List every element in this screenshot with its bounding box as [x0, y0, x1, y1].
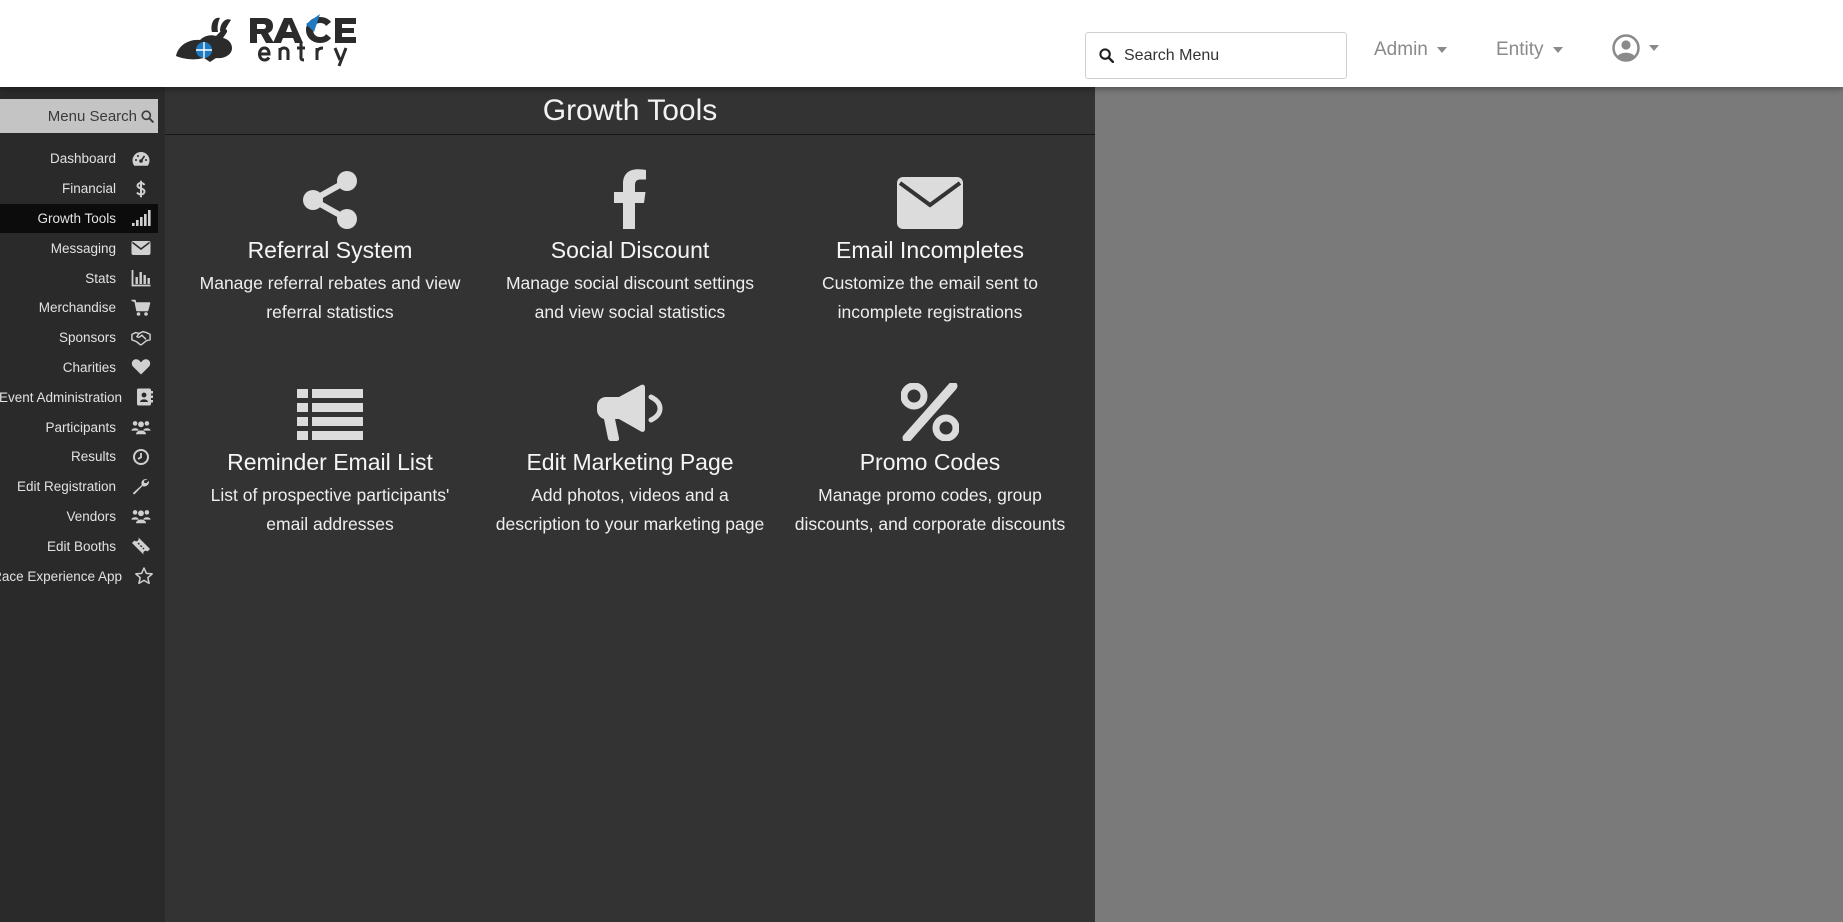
signal-icon — [128, 207, 154, 229]
tile-description: Manage promo codes, group discounts, and… — [794, 485, 1066, 534]
sidebar-item-vendors[interactable]: Vendors — [0, 502, 158, 532]
tile-title: Referral System — [247, 237, 413, 263]
sidebar-item-event-administration[interactable]: Event Administration — [0, 382, 158, 412]
sidebar-item-edit-booths[interactable]: Edit Booths — [0, 531, 158, 561]
clock-icon — [128, 446, 154, 468]
tile-title: Promo Codes — [859, 449, 1001, 475]
dollar-icon — [128, 178, 154, 200]
tile-reminder-email-list[interactable]: Reminder Email List List of prospective … — [180, 373, 480, 585]
growth-tools-grid: Referral System Manage referral rebates … — [165, 161, 1095, 585]
sidebar-item-label: Growth Tools — [37, 210, 116, 226]
sidebar-item-label: Sponsors — [58, 330, 116, 346]
users-icon — [128, 505, 154, 527]
handshake-icon — [128, 327, 154, 349]
sidebar-item-label: Financial — [61, 181, 116, 197]
heart-icon — [128, 356, 154, 378]
sidebar-item-growth-tools[interactable]: Growth Tools — [0, 203, 158, 234]
race-entry-logo-icon — [176, 14, 356, 67]
tile-title: Social Discount — [550, 237, 710, 263]
tile-edit-marketing-page[interactable]: Edit Marketing Page Add photos, videos a… — [480, 373, 780, 585]
page-title: Growth Tools — [165, 87, 1095, 135]
top-navbar: Admin Entity — [0, 0, 1843, 87]
star-icon — [134, 565, 154, 587]
menu-search-button[interactable]: Menu Search — [0, 99, 158, 133]
sidebar-item-messaging[interactable]: Messaging — [0, 233, 158, 263]
sidebar: Menu Search Dashboard Financial Growth T… — [0, 87, 165, 922]
wrench-icon — [128, 476, 154, 498]
sidebar-item-label: Event Administration — [0, 389, 122, 405]
bar-chart-icon — [128, 267, 154, 289]
growth-tools-panel: Growth Tools Referral System Manage refe… — [165, 87, 1095, 922]
tile-email-incompletes[interactable]: Email Incompletes Customize the email se… — [780, 161, 1080, 373]
sidebar-item-edit-registration[interactable]: Edit Registration — [0, 472, 158, 502]
tile-description: Manage referral rebates and view referra… — [199, 273, 461, 322]
user-account-dropdown[interactable] — [1612, 34, 1659, 62]
race-entry-logo[interactable] — [170, 12, 375, 68]
sidebar-item-results[interactable]: Results — [0, 442, 158, 472]
tile-title: Email Incompletes — [836, 237, 1024, 263]
sidebar-item-participants[interactable]: Participants — [0, 412, 158, 442]
sidebar-item-charities[interactable]: Charities — [0, 353, 158, 383]
admin-dropdown-label: Admin — [1374, 39, 1428, 60]
tile-title: Reminder Email List — [227, 449, 433, 475]
sidebar-item-label: Messaging — [50, 240, 116, 256]
share-icon — [180, 161, 480, 229]
facebook-icon — [480, 161, 780, 229]
sidebar-item-merchandise[interactable]: Merchandise — [0, 293, 158, 323]
caret-down-icon — [1649, 45, 1659, 51]
envelope-icon — [780, 161, 1080, 229]
caret-down-icon — [1436, 47, 1447, 53]
sidebar-item-label: Results — [70, 449, 116, 465]
cart-icon — [128, 297, 154, 319]
tile-description: Add photos, videos and a description to … — [495, 485, 765, 534]
user-circle-icon — [1612, 34, 1640, 62]
megaphone-icon — [480, 373, 780, 441]
sidebar-item-label: Charities — [62, 359, 116, 375]
search-icon — [1099, 48, 1114, 63]
tile-description: Customize the email sent to incomplete r… — [822, 273, 1038, 322]
tile-description: Manage social discount settings and view… — [505, 273, 755, 322]
sidebar-item-label: Stats — [85, 270, 116, 286]
list-icon — [180, 373, 480, 441]
tile-social-discount[interactable]: Social Discount Manage social discount s… — [480, 161, 780, 373]
sidebar-item-label: Participants — [45, 419, 116, 435]
sidebar-item-sponsors[interactable]: Sponsors — [0, 323, 158, 353]
ticket-icon — [128, 535, 154, 557]
sidebar-item-label: Edit Registration — [16, 479, 116, 495]
caret-down-icon — [1552, 47, 1563, 53]
tile-referral-system[interactable]: Referral System Manage referral rebates … — [180, 161, 480, 373]
address-book-icon — [134, 386, 154, 408]
tile-promo-codes[interactable]: Promo Codes Manage promo codes, group di… — [780, 373, 1080, 585]
search-menu-box[interactable] — [1085, 32, 1347, 79]
percent-icon — [780, 373, 1080, 441]
sidebar-item-dashboard[interactable]: Dashboard — [0, 144, 158, 174]
sidebar-menu: Dashboard Financial Growth Tools Messagi… — [0, 144, 158, 591]
entity-dropdown-label: Entity — [1496, 39, 1544, 60]
tile-description: List of prospective participants' email … — [210, 485, 450, 534]
sidebar-item-label: Dashboard — [49, 151, 116, 167]
sidebar-item-race-experience-app[interactable]: Race Experience App — [0, 561, 158, 591]
envelope-icon — [128, 237, 154, 259]
menu-search-label: Menu Search — [47, 107, 137, 125]
sidebar-item-label: Vendors — [66, 508, 116, 524]
sidebar-item-financial[interactable]: Financial — [0, 174, 158, 204]
sidebar-item-label: Race Experience App — [0, 568, 122, 584]
sidebar-item-stats[interactable]: Stats — [0, 263, 158, 293]
admin-dropdown[interactable]: Admin — [1374, 36, 1447, 64]
dashboard-icon — [128, 148, 154, 170]
users-icon — [128, 416, 154, 438]
search-icon — [141, 109, 154, 123]
sidebar-item-label: Merchandise — [38, 300, 116, 316]
sidebar-item-label: Edit Booths — [46, 538, 116, 554]
entity-dropdown[interactable]: Entity — [1496, 36, 1563, 64]
search-menu-input[interactable] — [1124, 46, 1324, 65]
tile-title: Edit Marketing Page — [526, 449, 734, 475]
